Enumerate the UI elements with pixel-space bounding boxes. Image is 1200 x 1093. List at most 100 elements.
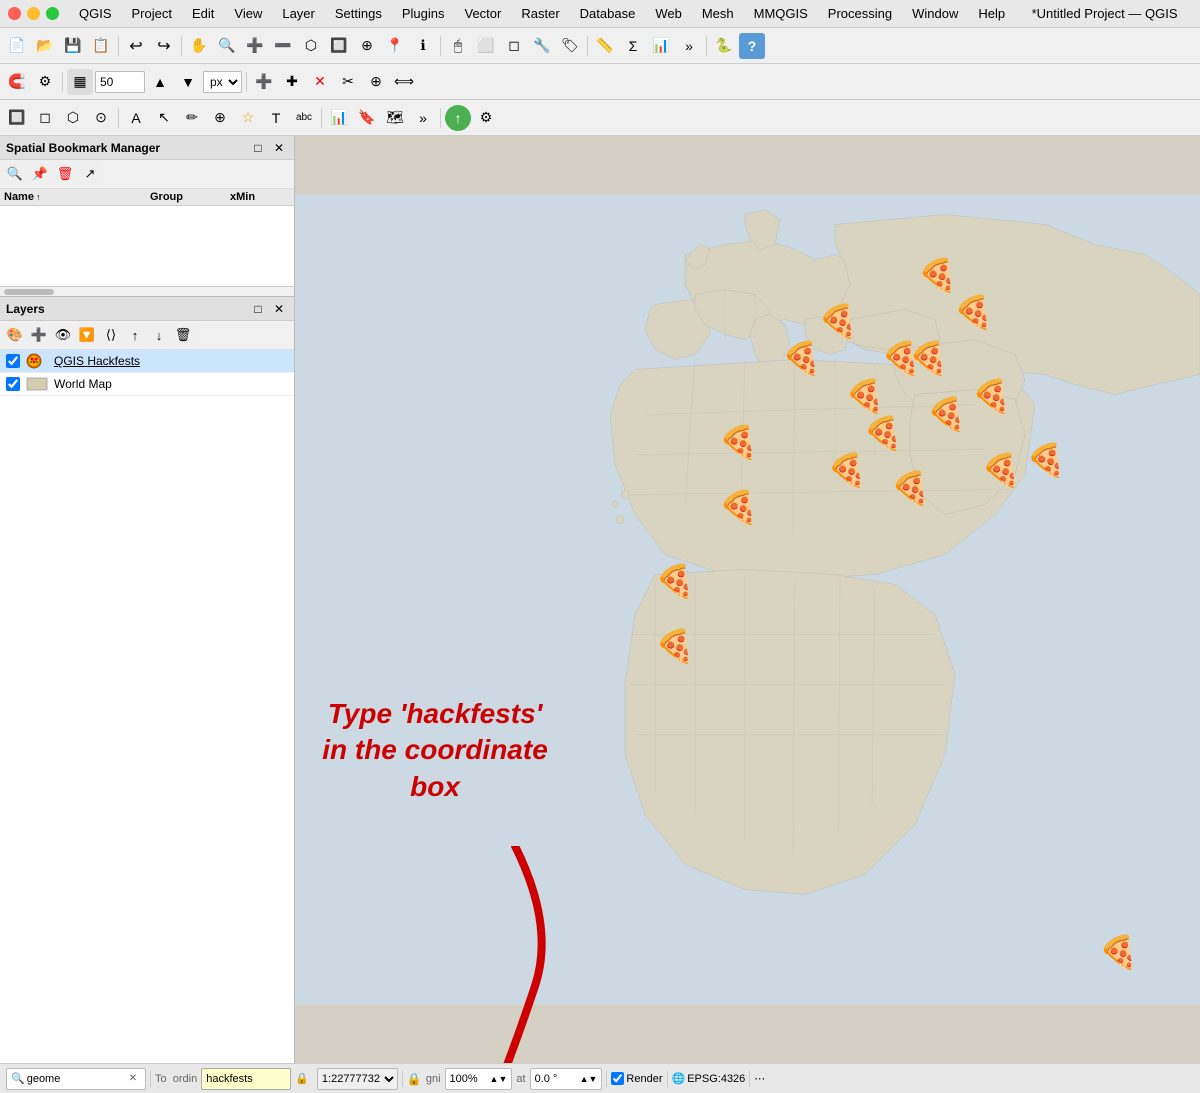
zoom-in-btn[interactable]: ➕ — [242, 33, 268, 59]
overview-btn[interactable]: 🗺 — [382, 105, 408, 131]
menu-mmqgis[interactable]: MMQGIS — [746, 4, 816, 23]
layer-worldmap-checkbox[interactable] — [6, 377, 20, 391]
maximize-button[interactable] — [46, 7, 59, 20]
redo-btn[interactable]: ↪ — [151, 33, 177, 59]
scale-select[interactable]: 1:22777732 — [317, 1068, 398, 1090]
pizza-marker-16[interactable]: 🍕 — [719, 488, 759, 526]
text-annotation-btn[interactable]: A — [123, 105, 149, 131]
zoom-tool[interactable]: 🔍 — [214, 33, 240, 59]
layers-move-down-btn[interactable]: ↓ — [148, 324, 170, 346]
rotation-up-btn[interactable]: ▲ — [580, 1074, 589, 1084]
menu-help[interactable]: Help — [970, 4, 1013, 23]
menu-view[interactable]: View — [226, 4, 270, 23]
bookmark-delete-btn[interactable]: 🗑 — [54, 163, 76, 185]
delete-feature-btn[interactable]: ✕ — [307, 69, 333, 95]
pizza-marker-18[interactable]: 🍕 — [655, 627, 695, 665]
more2-btn[interactable]: » — [410, 105, 436, 131]
menu-layer[interactable]: Layer — [274, 4, 323, 23]
menu-database[interactable]: Database — [572, 4, 644, 23]
reshape-btn[interactable]: ⟺ — [391, 69, 417, 95]
pizza-marker-2[interactable]: 🍕 — [782, 339, 822, 377]
menu-web[interactable]: Web — [647, 4, 690, 23]
help-btn[interactable]: ? — [739, 33, 765, 59]
menu-qgis[interactable]: QGIS — [71, 4, 120, 23]
zoom-select-btn[interactable]: ⊕ — [354, 33, 380, 59]
lock2-icon[interactable]: 🔒 — [407, 1072, 422, 1086]
search-input[interactable] — [27, 1073, 127, 1085]
zoom-full-btn[interactable]: ⬡ — [298, 33, 324, 59]
search-clear-btn[interactable]: ✕ — [129, 1073, 137, 1084]
layer-item-hackfests[interactable]: QGIS Hackfests — [0, 350, 294, 373]
coordinate-field[interactable] — [201, 1068, 291, 1090]
lock-icon[interactable]: 🔒 — [295, 1072, 309, 1085]
pointer-btn[interactable]: ↖ — [151, 105, 177, 131]
pixel-up-btn[interactable]: ▲ — [147, 69, 173, 95]
layers-paint-btn[interactable]: 🎨 — [4, 324, 26, 346]
rotation-input[interactable] — [535, 1073, 580, 1085]
menu-window[interactable]: Window — [904, 4, 966, 23]
split-btn[interactable]: ✂ — [335, 69, 361, 95]
move-feature-btn[interactable]: ✚ — [279, 69, 305, 95]
epsg-button[interactable]: 🌐 EPSG:4326 — [672, 1072, 746, 1085]
label-btn[interactable]: 🏷 — [557, 33, 583, 59]
pizza-marker-9[interactable]: 🍕 — [954, 293, 994, 331]
pixel-unit-select[interactable]: px — [203, 71, 242, 93]
layers-filter-btn[interactable]: 🔽 — [76, 324, 98, 346]
bookmark-btn[interactable]: 🔖 — [354, 105, 380, 131]
layers-move-up-btn[interactable]: ↑ — [124, 324, 146, 346]
menu-plugins[interactable]: Plugins — [394, 4, 453, 23]
pixel-down-btn[interactable]: ▼ — [175, 69, 201, 95]
menu-raster[interactable]: Raster — [513, 4, 567, 23]
save-as-btn[interactable]: 📋 — [88, 33, 114, 59]
save-project-btn[interactable]: 💾 — [60, 33, 86, 59]
zoom-field[interactable]: ▲ ▼ — [445, 1068, 513, 1090]
zoom-down-btn[interactable]: ▼ — [498, 1074, 507, 1084]
bookmark-share-btn[interactable]: ↗ — [79, 163, 101, 185]
filter-btn[interactable]: 🔧 — [529, 33, 555, 59]
zoom-input[interactable] — [450, 1073, 490, 1085]
bookmark-close-icon[interactable]: ✕ — [270, 139, 288, 157]
menu-vector[interactable]: Vector — [457, 4, 510, 23]
stats-btn[interactable]: 📊 — [648, 33, 674, 59]
undo-btn[interactable]: ↩ — [123, 33, 149, 59]
open-project-btn[interactable]: 📂 — [32, 33, 58, 59]
snap-btn[interactable]: 🧲 — [4, 69, 30, 95]
add-feature-btn[interactable]: ➕ — [251, 69, 277, 95]
pizza-marker-19[interactable]: 🍕 — [1099, 933, 1139, 971]
more-status-btn[interactable]: ⋯ — [754, 1072, 765, 1085]
pizza-marker-1[interactable]: 🍕 — [918, 256, 958, 294]
layers-float-icon[interactable]: □ — [249, 300, 267, 318]
current-layer-btn[interactable]: ▦ — [67, 69, 93, 95]
scale-field[interactable]: 1:22777732 — [317, 1068, 398, 1090]
label-tool-btn[interactable]: abc — [291, 105, 317, 131]
render-toggle[interactable]: Render — [611, 1072, 662, 1085]
bookmark-float-icon[interactable]: □ — [249, 139, 267, 157]
vertex-tool[interactable]: ⚙ — [32, 69, 58, 95]
select-location-btn[interactable]: 🔲 — [4, 105, 30, 131]
menu-settings[interactable]: Settings — [327, 4, 390, 23]
pizza-marker-3[interactable]: 🍕 — [818, 302, 858, 340]
layer-hackfests-checkbox[interactable] — [6, 354, 20, 368]
pixel-size-input[interactable] — [95, 71, 145, 93]
select-freehand-btn[interactable]: ⬡ — [60, 105, 86, 131]
text-btn[interactable]: T — [263, 105, 289, 131]
render-checkbox[interactable] — [611, 1072, 624, 1085]
add-point-btn[interactable]: ⊕ — [207, 105, 233, 131]
map-area[interactable]: Type 'hackfests'in the coordinatebox 🍕 🍕… — [295, 136, 1200, 1063]
menu-processing[interactable]: Processing — [820, 4, 900, 23]
deselect-btn[interactable]: ◻ — [501, 33, 527, 59]
new-project-btn[interactable]: 📄 — [4, 33, 30, 59]
python-btn[interactable]: 🐍 — [711, 33, 737, 59]
pizza-marker-17[interactable]: 🍕 — [655, 562, 695, 600]
star-btn[interactable]: ☆ — [235, 105, 261, 131]
pizza-marker-10[interactable]: 🍕 — [972, 377, 1012, 415]
pan-map-btn[interactable]: 📍 — [382, 33, 408, 59]
settings-btn[interactable]: ⚙ — [473, 105, 499, 131]
menu-project[interactable]: Project — [124, 4, 180, 23]
layers-expand-btn[interactable]: ⟨⟩ — [100, 324, 122, 346]
pizza-marker-14[interactable]: 🍕 — [1026, 441, 1066, 479]
menu-edit[interactable]: Edit — [184, 4, 222, 23]
zoom-up-btn[interactable]: ▲ — [490, 1074, 499, 1084]
layers-visible-btn[interactable]: 👁 — [52, 324, 74, 346]
pizza-marker-4[interactable]: 🍕 — [845, 377, 885, 415]
